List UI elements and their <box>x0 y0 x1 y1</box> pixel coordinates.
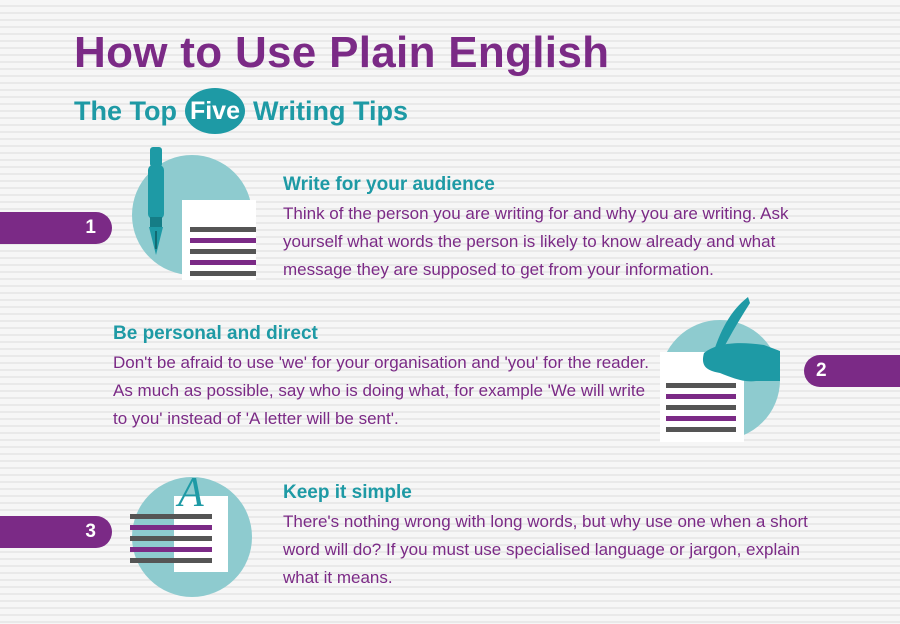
tip-number-tab-1: 1 <box>0 212 112 244</box>
fountain-pen-icon <box>132 147 256 280</box>
tip-body-2: Don't be afraid to use 'we' for your org… <box>113 353 649 428</box>
tip-title-2: Be personal and direct <box>113 323 318 344</box>
letter-a-document-icon: A <box>130 470 252 597</box>
tip-title-1: Write for your audience <box>283 174 495 195</box>
subtitle-highlight-badge: Five <box>184 88 245 134</box>
page-subtitle: The Top Five Writing Tips <box>74 88 408 134</box>
hand-quill-icon <box>660 297 780 442</box>
svg-text:A: A <box>175 470 204 516</box>
tip-body-1: Think of the person you are writing for … <box>283 204 789 279</box>
tip-title-3: Keep it simple <box>283 482 412 503</box>
tip-body-3: There's nothing wrong with long words, b… <box>283 512 808 587</box>
tip-number-tab-2: 2 <box>804 355 900 387</box>
page-title: How to Use Plain English <box>74 28 610 77</box>
tip-number-tab-3: 3 <box>0 516 112 548</box>
subtitle-suffix: Writing Tips <box>252 95 408 126</box>
subtitle-prefix: The Top <box>74 95 177 126</box>
